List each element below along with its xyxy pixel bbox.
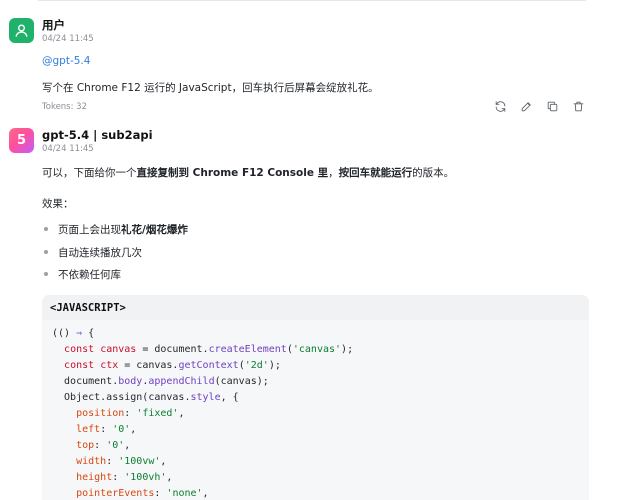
- effect-list: 页面上会出现 礼花/烟花爆炸 自动连续播放几次 不依赖任何库: [44, 222, 188, 290]
- code-line-2-text: const canvas = document.createElement('c…: [64, 344, 354, 355]
- bullet1-prefix: 页面上会出现: [58, 224, 121, 236]
- property-token: top: [76, 440, 95, 451]
- string-token: '0': [106, 440, 125, 451]
- bot-avatar: 5: [9, 128, 34, 153]
- bullet3-text: 不依赖任何库: [58, 269, 121, 281]
- bullet1-bold: 礼花/烟花爆炸: [121, 224, 188, 236]
- code-language-label: <JAVASCRIPT>: [42, 295, 589, 320]
- user-name: 用户: [42, 18, 65, 32]
- function-token: createElement: [208, 344, 287, 355]
- code-line-11: pointerEvents: 'none',: [52, 486, 589, 500]
- top-divider: [38, 0, 586, 1]
- bot-message-time: 04/24 11:45: [42, 144, 94, 154]
- effect-label: 效果：: [42, 198, 74, 210]
- user-icon: [15, 24, 28, 37]
- bot-intro-text: 可以，下面给你一个直接复制到 Chrome F12 Console 里，按回车就…: [42, 165, 454, 180]
- keyword-token: const: [64, 360, 95, 371]
- code-block[interactable]: <JAVASCRIPT> (() ⇒ { const canvas = docu…: [42, 295, 589, 500]
- intro-prefix: 可以，下面给你一个: [42, 167, 137, 179]
- message-actions: [494, 100, 585, 113]
- copy-button[interactable]: [546, 100, 559, 113]
- copy-icon: [547, 101, 558, 112]
- string-token: '2d': [244, 360, 269, 371]
- property-token: height: [76, 472, 113, 483]
- code-line-5-text: Object.assign(canvas.style, {: [52, 392, 239, 403]
- code-line-3: const ctx = canvas.getContext('2d');: [52, 358, 589, 374]
- function-token: getContext: [178, 360, 239, 371]
- property-token: pointerEvents: [76, 488, 155, 499]
- code-line-4: document.body.appendChild(canvas);: [52, 374, 589, 390]
- code-line-10-text: height: '100vh',: [76, 472, 173, 483]
- code-line-7: left: '0',: [52, 422, 589, 438]
- function-token: body: [118, 376, 143, 387]
- code-line-3-text: const ctx = canvas.getContext('2d');: [64, 360, 281, 371]
- regenerate-button[interactable]: [494, 100, 507, 113]
- refresh-icon: [495, 101, 506, 112]
- string-token: '0': [112, 424, 131, 435]
- string-token: 'fixed': [136, 408, 179, 419]
- bullet2-text: 自动连续播放几次: [58, 246, 142, 259]
- code-line-6: position: 'fixed',: [52, 406, 589, 422]
- property-token: left: [76, 424, 101, 435]
- edit-button[interactable]: [520, 100, 533, 113]
- code-line-11-text: pointerEvents: 'none',: [76, 488, 209, 499]
- code-line-9-text: width: '100vw',: [76, 456, 167, 467]
- user-message-text: 写个在 Chrome F12 运行的 JavaScript，回车执行后屏幕会绽放…: [42, 82, 379, 94]
- list-item: 不依赖任何库: [44, 267, 188, 290]
- code-line-2: const canvas = document.createElement('c…: [52, 342, 589, 358]
- code-line-8-text: top: '0',: [76, 440, 131, 451]
- property-token: width: [76, 456, 107, 467]
- string-token: 'none': [166, 488, 203, 499]
- function-token: style: [190, 392, 221, 403]
- list-item: 页面上会出现 礼花/烟花爆炸: [44, 222, 188, 245]
- string-token: 'canvas': [292, 344, 342, 355]
- keyword-token: const: [64, 344, 95, 355]
- arrow-token: ⇒: [76, 328, 83, 339]
- code-line-1-text: (() ⇒ {: [52, 328, 95, 339]
- delete-button[interactable]: [572, 100, 585, 113]
- intro-suffix: 的版本。: [412, 167, 455, 179]
- delete-icon: [573, 101, 584, 112]
- bullet-dot: [44, 227, 48, 231]
- list-item: 自动连续播放几次: [44, 245, 188, 268]
- bot-name: gpt-5.4 | sub2api: [42, 128, 153, 142]
- user-message-time: 04/24 11:45: [42, 34, 94, 44]
- model-mention-link[interactable]: @gpt-5.4: [42, 55, 90, 67]
- variable-token: canvas: [100, 344, 137, 355]
- function-token: appendChild: [148, 376, 215, 387]
- code-line-10: height: '100vh',: [52, 470, 589, 486]
- code-body[interactable]: (() ⇒ { const canvas = document.createEl…: [42, 320, 589, 500]
- code-line-7-text: left: '0',: [76, 424, 137, 435]
- variable-token: ctx: [100, 360, 119, 371]
- code-line-1: (() ⇒ {: [52, 326, 589, 342]
- intro-bold-console: 直接复制到 Chrome F12 Console 里: [136, 167, 329, 179]
- code-line-6-text: position: 'fixed',: [76, 408, 185, 419]
- code-line-4-text: document.body.appendChild(canvas);: [52, 376, 269, 387]
- string-token: '100vh': [124, 472, 167, 483]
- string-token: '100vw': [118, 456, 161, 467]
- bullet-dot: [44, 272, 48, 276]
- user-avatar: [9, 18, 34, 43]
- code-line-8: top: '0',: [52, 438, 589, 454]
- code-line-9: width: '100vw',: [52, 454, 589, 470]
- intro-bold-enter: 按回车就能运行: [338, 167, 413, 179]
- bullet-dot: [44, 249, 48, 254]
- edit-icon: [521, 102, 531, 112]
- property-token: position: [76, 408, 125, 419]
- intro-mid: ，: [328, 167, 339, 179]
- token-count: Tokens: 32: [42, 102, 87, 112]
- code-line-5: Object.assign(canvas.style, {: [52, 390, 589, 406]
